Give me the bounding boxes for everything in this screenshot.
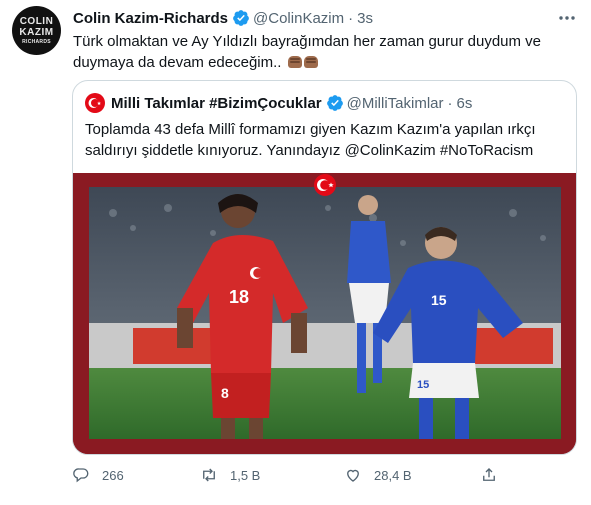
- reply-button[interactable]: 266: [72, 466, 124, 484]
- tweet-header: Colin Kazim-Richards @ColinKazim · 3s: [73, 9, 373, 27]
- svg-text:8: 8: [221, 385, 229, 401]
- quoted-tweet-text: Toplamda 43 defa Millî formamızı giyen K…: [85, 121, 536, 159]
- like-button[interactable]: 28,4 B: [344, 466, 412, 484]
- raised-fist-icon: [287, 56, 302, 68]
- avatar-text-line1: COLIN: [19, 15, 54, 27]
- retweet-button[interactable]: 1,5 B: [200, 466, 260, 484]
- quoted-author-handle: @MilliTakimlar: [346, 94, 444, 112]
- heart-icon: [344, 466, 362, 484]
- verified-badge-icon: [326, 94, 344, 112]
- separator-dot: ·: [348, 9, 354, 27]
- author-avatar[interactable]: COLIN KAZIM RICHARDS: [12, 6, 61, 55]
- avatar-text-line3: RICHARDS: [22, 38, 51, 45]
- author-handle[interactable]: @ColinKazim: [253, 10, 344, 27]
- retweet-count: 1,5 B: [230, 467, 261, 483]
- reply-icon: [72, 466, 90, 484]
- quoted-tweet-image[interactable]: 18 8 15 15: [73, 173, 576, 454]
- retweet-icon: [200, 466, 218, 484]
- verified-badge-icon: [232, 9, 250, 27]
- reply-count: 266: [102, 467, 124, 483]
- quoted-tweet[interactable]: Milli Takımlar #BizimÇocuklar @MilliTaki…: [72, 80, 577, 455]
- quoted-tweet-header: Milli Takımlar #BizimÇocuklar @MilliTaki…: [85, 93, 472, 113]
- like-count: 28,4 B: [374, 467, 412, 483]
- svg-text:15: 15: [431, 292, 447, 308]
- share-button[interactable]: [480, 466, 498, 484]
- share-icon: [480, 466, 498, 484]
- tweet-actions: 266 1,5 B 28,4 B: [72, 466, 495, 488]
- svg-text:18: 18: [229, 287, 249, 307]
- tweet-time[interactable]: 3s: [357, 10, 373, 27]
- author-name[interactable]: Colin Kazim-Richards: [73, 10, 228, 27]
- svg-text:15: 15: [417, 379, 429, 391]
- quoted-author-avatar: [85, 93, 105, 113]
- more-options-icon[interactable]: [557, 8, 577, 28]
- raised-fist-icon: [303, 56, 318, 68]
- quoted-author-name: Milli Takımlar #BizimÇocuklar: [111, 94, 322, 112]
- quoted-tweet-time: 6s: [456, 94, 473, 112]
- avatar-text-line2: KAZIM: [19, 26, 54, 38]
- separator-dot: ·: [447, 94, 453, 112]
- tweet-text: Türk olmaktan ve Ay Yıldızlı bayrağımdan…: [73, 31, 563, 73]
